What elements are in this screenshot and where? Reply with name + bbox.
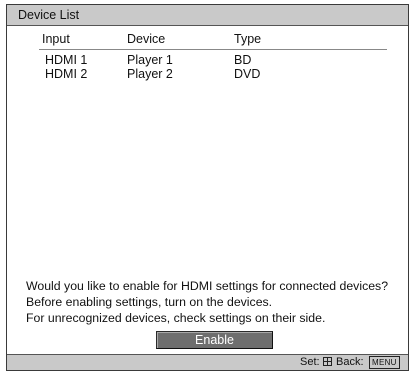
- instruction-line: For unrecognized devices, check settings…: [26, 311, 326, 325]
- select-button-icon: [323, 357, 332, 366]
- menu-key-icon: MENU: [369, 356, 400, 369]
- row-input: HDMI 2: [45, 67, 88, 81]
- row-device: Player 1: [127, 53, 173, 67]
- title-bar: Device List: [7, 5, 408, 26]
- row-input: HDMI 1: [45, 53, 88, 67]
- prompt-message-line: Would you like to enable for HDMI settin…: [26, 279, 389, 293]
- header-divider: [39, 49, 387, 50]
- column-header-type: Type: [234, 32, 262, 46]
- column-header-input: Input: [42, 32, 70, 46]
- set-hint-label: Set:: [300, 356, 320, 368]
- row-device: Player 2: [127, 67, 173, 81]
- row-type: BD: [234, 53, 252, 67]
- dialog-title: Device List: [18, 8, 80, 22]
- device-list-dialog: Device List Input Device Type HDMI 1 Pla…: [6, 4, 409, 371]
- row-type: DVD: [234, 67, 261, 81]
- enable-button[interactable]: Enable: [156, 331, 273, 349]
- status-bar: Set: Back: MENU: [7, 354, 408, 370]
- back-hint-label: Back:: [336, 356, 364, 368]
- instruction-line: Before enabling settings, turn on the de…: [26, 295, 273, 309]
- column-header-device: Device: [127, 32, 166, 46]
